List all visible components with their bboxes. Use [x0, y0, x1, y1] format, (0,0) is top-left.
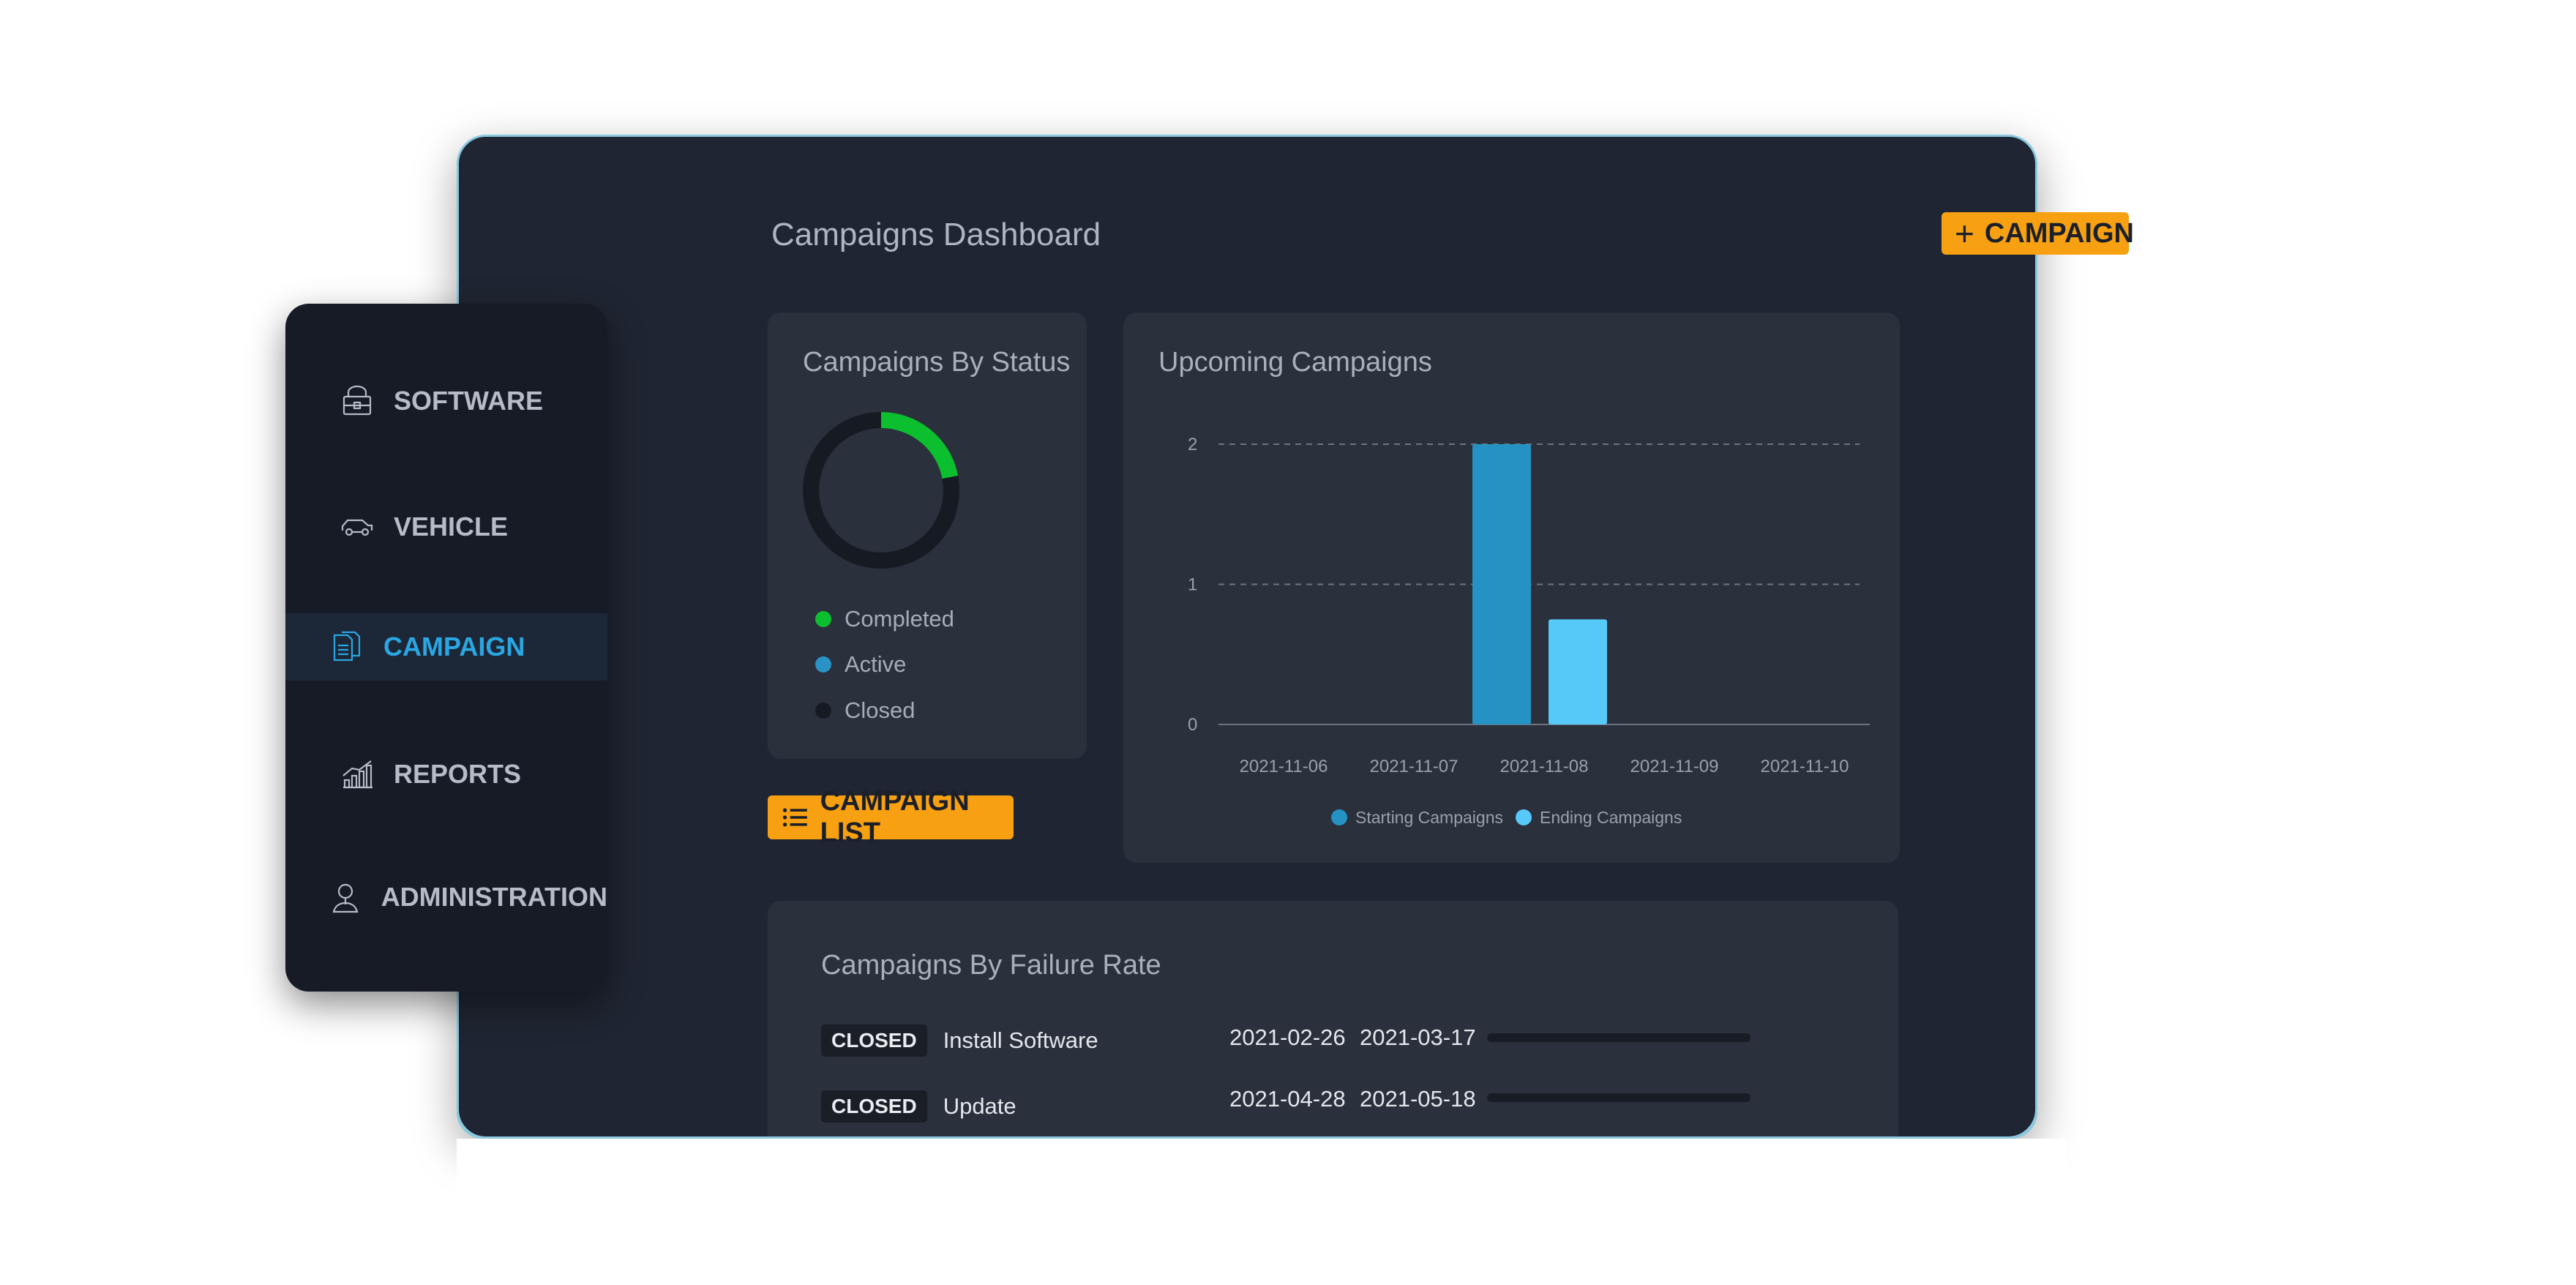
x-tick-label: 2021-11-06	[1240, 757, 1328, 776]
sidebar-item-reports[interactable]: REPORTS	[285, 741, 607, 808]
add-campaign-label: CAMPAIGN	[1984, 217, 2134, 249]
status-badge: CLOSED	[821, 1024, 927, 1057]
status-card-title: Campaigns By Status	[803, 347, 1071, 378]
legend-dot	[1331, 809, 1347, 825]
legend-dot	[815, 611, 831, 627]
sidebar-item-label: SOFTWARE	[394, 386, 543, 416]
list-icon	[782, 808, 807, 827]
legend-label: Closed	[845, 697, 916, 723]
legend-dot	[815, 656, 831, 673]
upcoming-campaigns-chart: 0 1 2 2021-11-06 2021-11-07 2021-11-08 2021-11…	[1188, 435, 1870, 827]
legend-closed: Closed	[815, 697, 916, 724]
software-package-icon	[340, 383, 375, 419]
plus-icon: +	[1955, 214, 1974, 252]
legend-label: Active	[845, 651, 907, 677]
sidebar-item-label: REPORTS	[394, 759, 522, 789]
sidebar-item-label: CAMPAIGN	[383, 632, 525, 662]
user-icon	[329, 880, 362, 915]
sidebar-item-campaign[interactable]: CAMPAIGN	[285, 613, 607, 681]
sidebar-item-vehicle[interactable]: VEHICLE	[285, 493, 607, 561]
failure-rate-bar	[1487, 1093, 1751, 1102]
start-date: 2021-04-28	[1229, 1086, 1346, 1112]
legend-dot	[1516, 809, 1532, 825]
end-date: 2021-03-17	[1360, 1024, 1476, 1050]
end-date: 2021-05-18	[1360, 1086, 1476, 1112]
sidebar-item-software[interactable]: SOFTWARE	[285, 367, 607, 435]
legend-active: Active	[815, 651, 906, 678]
legend-label: Starting Campaigns	[1355, 808, 1503, 827]
legend-completed: Completed	[815, 606, 954, 632]
chart-growth-icon	[340, 757, 375, 792]
page-background	[457, 1139, 2067, 1285]
legend-label: Completed	[845, 606, 954, 632]
x-tick-label: 2021-11-10	[1761, 757, 1849, 776]
campaign-list-label: CAMPAIGN LIST	[820, 786, 970, 848]
x-tick-label: 2021-11-08	[1500, 757, 1589, 776]
page-title: Campaigns Dashboard	[771, 217, 1101, 252]
x-tick-label: 2021-11-07	[1370, 757, 1459, 776]
car-icon	[340, 509, 375, 544]
y-tick-label: 2	[1188, 435, 1197, 454]
campaign-list-button[interactable]: CAMPAIGN LIST	[768, 786, 1014, 848]
status-donut	[803, 412, 959, 569]
sidebar-item-label: ADMINISTRATION	[381, 882, 607, 912]
start-date: 2021-02-26	[1229, 1024, 1346, 1050]
app-window-bottom-edge	[457, 1112, 2037, 1139]
sidebar-item-administration[interactable]: ADMINISTRATION	[285, 863, 607, 931]
add-campaign-button[interactable]: + CAMPAIGN	[1942, 212, 2134, 255]
legend-label: Ending Campaigns	[1540, 808, 1682, 827]
x-tick-label: 2021-11-09	[1630, 757, 1719, 776]
bar-starting-campaigns	[1472, 444, 1531, 724]
failure-rate-bar	[1487, 1033, 1751, 1042]
failure-row[interactable]: CLOSED Install Software	[821, 1024, 1098, 1057]
campaign-name: Install Software	[943, 1027, 1098, 1053]
failure-card-title: Campaigns By Failure Rate	[821, 950, 1161, 981]
legend-dot	[815, 703, 831, 719]
y-tick-label: 1	[1188, 575, 1197, 595]
document-copy-icon	[329, 629, 364, 664]
sidebar-item-label: VEHICLE	[394, 512, 509, 542]
y-tick-label: 0	[1188, 715, 1197, 735]
bar-ending-campaigns	[1549, 619, 1607, 724]
